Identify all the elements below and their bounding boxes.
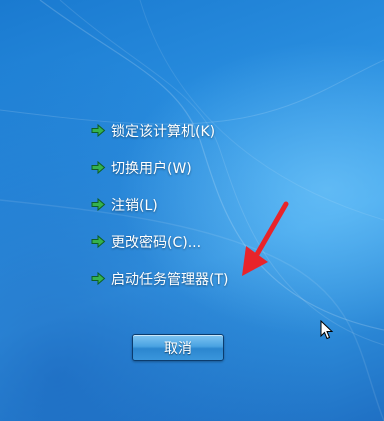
- menu-item-change-password[interactable]: 更改密码(C)...: [90, 223, 228, 260]
- menu-item-label: 锁定该计算机(K): [111, 123, 216, 140]
- menu-item-label: 更改密码(C)...: [111, 234, 202, 251]
- green-arrow-icon: [91, 123, 106, 138]
- cancel-button[interactable]: 取消: [132, 334, 224, 361]
- menu-item-log-off[interactable]: 注销(L): [90, 186, 228, 223]
- menu-item-start-task-manager[interactable]: 启动任务管理器(T): [90, 260, 228, 297]
- menu-item-switch-user[interactable]: 切换用户(W): [90, 149, 228, 186]
- menu-item-label: 切换用户(W): [111, 160, 192, 177]
- green-arrow-icon: [91, 271, 106, 286]
- mouse-cursor-icon: [320, 320, 334, 340]
- secure-attention-screen: 锁定该计算机(K) 切换用户(W) 注销(L) 更改密码(C)... 启动任务管…: [0, 0, 384, 421]
- options-menu: 锁定该计算机(K) 切换用户(W) 注销(L) 更改密码(C)... 启动任务管…: [90, 112, 228, 297]
- menu-item-label: 启动任务管理器(T): [111, 271, 229, 288]
- menu-item-label: 注销(L): [111, 197, 158, 214]
- green-arrow-icon: [91, 197, 106, 212]
- green-arrow-icon: [91, 234, 106, 249]
- green-arrow-icon: [91, 160, 106, 175]
- red-pointer-arrow-icon: [242, 201, 289, 276]
- menu-item-lock-computer[interactable]: 锁定该计算机(K): [90, 112, 228, 149]
